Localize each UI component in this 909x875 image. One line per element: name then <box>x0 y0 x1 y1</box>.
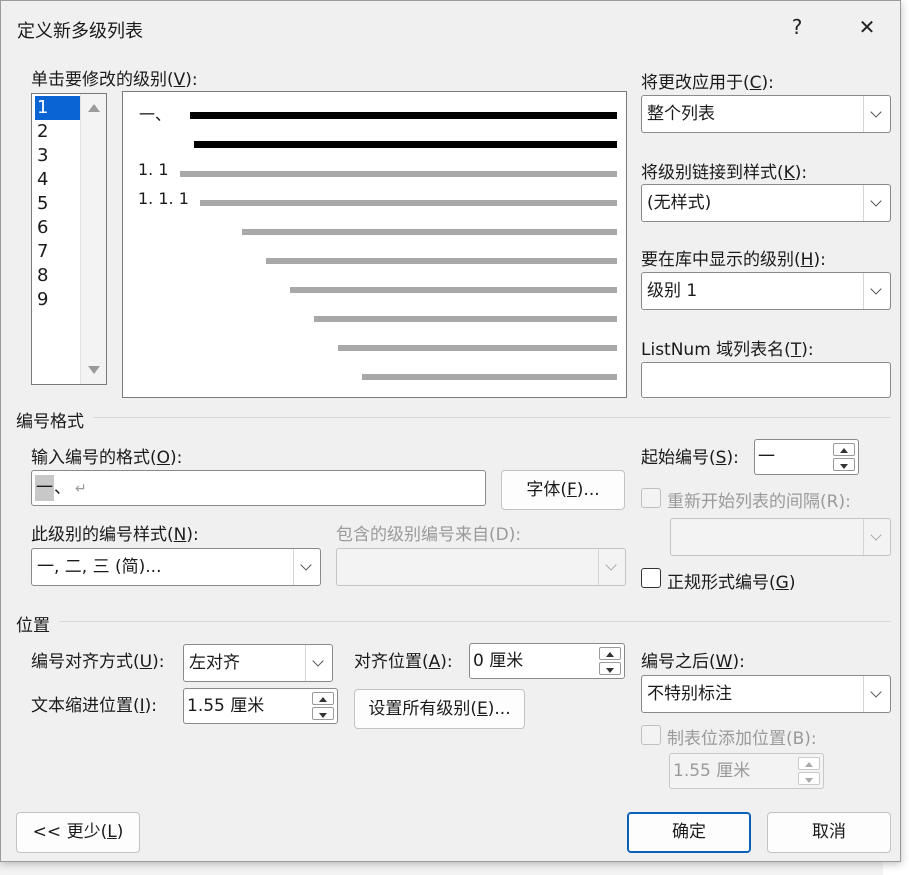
aligned-at-spinner[interactable]: 0 厘米 <box>469 643 625 679</box>
scroll-down-arrow-icon[interactable] <box>88 366 100 374</box>
help-icon: ? <box>791 15 803 39</box>
apply-to-select[interactable]: 整个列表 <box>641 95 891 133</box>
set-all-levels-button[interactable]: 设置所有级别(E)... <box>354 689 525 729</box>
indent-at-spinner[interactable]: 1.55 厘米 <box>183 688 338 724</box>
section-divider <box>59 621 891 622</box>
level-item-6[interactable]: 6 <box>35 216 80 240</box>
gallery-level-select[interactable]: 级别 1 <box>641 272 891 310</box>
link-style-select[interactable]: (无样式) <box>641 184 891 222</box>
add-tab-stop-label: 制表位添加位置(B): <box>667 729 817 749</box>
less-button[interactable]: << 更少(L) <box>16 812 140 853</box>
spin-down-icon[interactable] <box>599 661 621 675</box>
alignment-select[interactable]: 左对齐 <box>183 644 333 682</box>
number-style-select[interactable]: 一, 二, 三 (简)... <box>31 548 321 586</box>
preview-line-9 <box>338 345 617 351</box>
preview-line-6 <box>266 258 617 264</box>
spin-down-icon[interactable] <box>312 706 334 720</box>
include-level-label: 包含的级别编号来自(D): <box>336 525 522 545</box>
gallery-level-label: 要在库中显示的级别(H): <box>641 250 826 270</box>
follow-number-label: 编号之后(W): <box>641 652 745 672</box>
follow-number-select[interactable]: 不特别标注 <box>641 675 891 713</box>
apply-to-label: 将更改应用于(C): <box>641 73 774 93</box>
level-listbox[interactable]: 1 2 3 4 5 6 7 8 9 <box>31 93 107 385</box>
chevron-down-icon[interactable] <box>598 549 625 585</box>
level-list-scrollbar[interactable] <box>80 94 106 384</box>
number-format-input[interactable]: 一 、 ↵ <box>31 470 486 506</box>
spin-down-icon[interactable] <box>833 457 855 471</box>
scroll-up-arrow-icon[interactable] <box>88 104 100 112</box>
legal-style-checkbox[interactable] <box>641 568 661 588</box>
start-at-spinner[interactable]: 一 <box>754 439 859 475</box>
preview-line-7 <box>290 287 617 293</box>
include-level-select[interactable] <box>336 548 626 586</box>
level-select-label: 单击要修改的级别(V): <box>31 70 198 90</box>
position-section-title: 位置 <box>16 616 50 636</box>
chevron-down-icon[interactable] <box>863 273 890 309</box>
alignment-label: 编号对齐方式(U): <box>31 652 165 672</box>
preview-line-2 <box>194 141 617 148</box>
preview-line-5 <box>242 229 617 235</box>
start-at-label: 起始编号(S): <box>641 448 739 468</box>
preview-level3-number: 1. 1. 1 <box>138 189 189 208</box>
format-selected-number: 一 <box>35 475 54 501</box>
chevron-down-icon[interactable] <box>863 676 890 712</box>
chevron-down-icon[interactable] <box>863 519 890 555</box>
number-format-section-title: 编号格式 <box>16 412 84 432</box>
section-divider <box>93 417 891 418</box>
level-item-7[interactable]: 7 <box>35 240 80 264</box>
level-item-8[interactable]: 8 <box>35 264 80 288</box>
chevron-down-icon[interactable] <box>863 96 890 132</box>
preview-level1-number: 一、 <box>139 105 172 124</box>
restart-list-checkbox[interactable] <box>641 488 661 508</box>
preview-line-8 <box>314 316 617 322</box>
preview-level2-number: 1. 1 <box>138 160 169 179</box>
chevron-down-icon[interactable] <box>305 645 332 681</box>
ok-button[interactable]: 确定 <box>627 812 751 853</box>
level-item-4[interactable]: 4 <box>35 168 80 192</box>
list-preview: 一、 1. 1 1. 1. 1 <box>122 91 627 398</box>
level-item-1[interactable]: 1 <box>35 96 80 120</box>
format-suffix: 、 <box>54 478 71 498</box>
spin-up-icon[interactable] <box>599 647 621 661</box>
spin-up-icon[interactable] <box>312 692 334 706</box>
level-item-5[interactable]: 5 <box>35 192 80 216</box>
add-tab-stop-checkbox[interactable] <box>641 725 661 745</box>
listnum-input[interactable] <box>641 362 891 398</box>
spin-up-icon[interactable] <box>798 757 820 771</box>
legal-style-label: 正规形式编号(G) <box>667 573 796 593</box>
help-button[interactable]: ? <box>782 13 812 43</box>
define-multilevel-list-dialog: 定义新多级列表 ? ✕ 单击要修改的级别(V): 1 2 3 4 5 6 7 8… <box>0 0 901 862</box>
chevron-down-icon[interactable] <box>863 185 890 221</box>
aligned-at-label: 对齐位置(A): <box>354 652 453 672</box>
close-button[interactable]: ✕ <box>852 13 882 43</box>
preview-line-3 <box>180 171 617 177</box>
cancel-button[interactable]: 取消 <box>767 812 891 853</box>
restart-list-select[interactable] <box>670 518 891 556</box>
link-style-label: 将级别链接到样式(K): <box>641 163 808 183</box>
format-input-label: 输入编号的格式(O): <box>31 448 183 468</box>
spin-up-icon[interactable] <box>833 443 855 457</box>
listnum-label: ListNum 域列表名(T): <box>641 340 814 360</box>
preview-line-4 <box>200 200 617 206</box>
preview-line-1 <box>190 112 617 119</box>
add-tab-stop-spinner[interactable]: 1.55 厘米 <box>669 753 824 789</box>
restart-list-label: 重新开始列表的间隔(R): <box>667 492 851 512</box>
close-icon: ✕ <box>858 15 876 39</box>
level-item-3[interactable]: 3 <box>35 144 80 168</box>
preview-line-10 <box>362 374 617 380</box>
chevron-down-icon[interactable] <box>293 549 320 585</box>
paragraph-mark-icon: ↵ <box>75 481 87 497</box>
number-style-label: 此级别的编号样式(N): <box>31 525 199 545</box>
level-item-9[interactable]: 9 <box>35 288 80 312</box>
dialog-title: 定义新多级列表 <box>17 21 143 42</box>
indent-at-label: 文本缩进位置(I): <box>31 696 158 716</box>
spin-down-icon[interactable] <box>798 771 820 785</box>
level-item-2[interactable]: 2 <box>35 120 80 144</box>
font-button[interactable]: 字体(F)... <box>501 470 625 510</box>
